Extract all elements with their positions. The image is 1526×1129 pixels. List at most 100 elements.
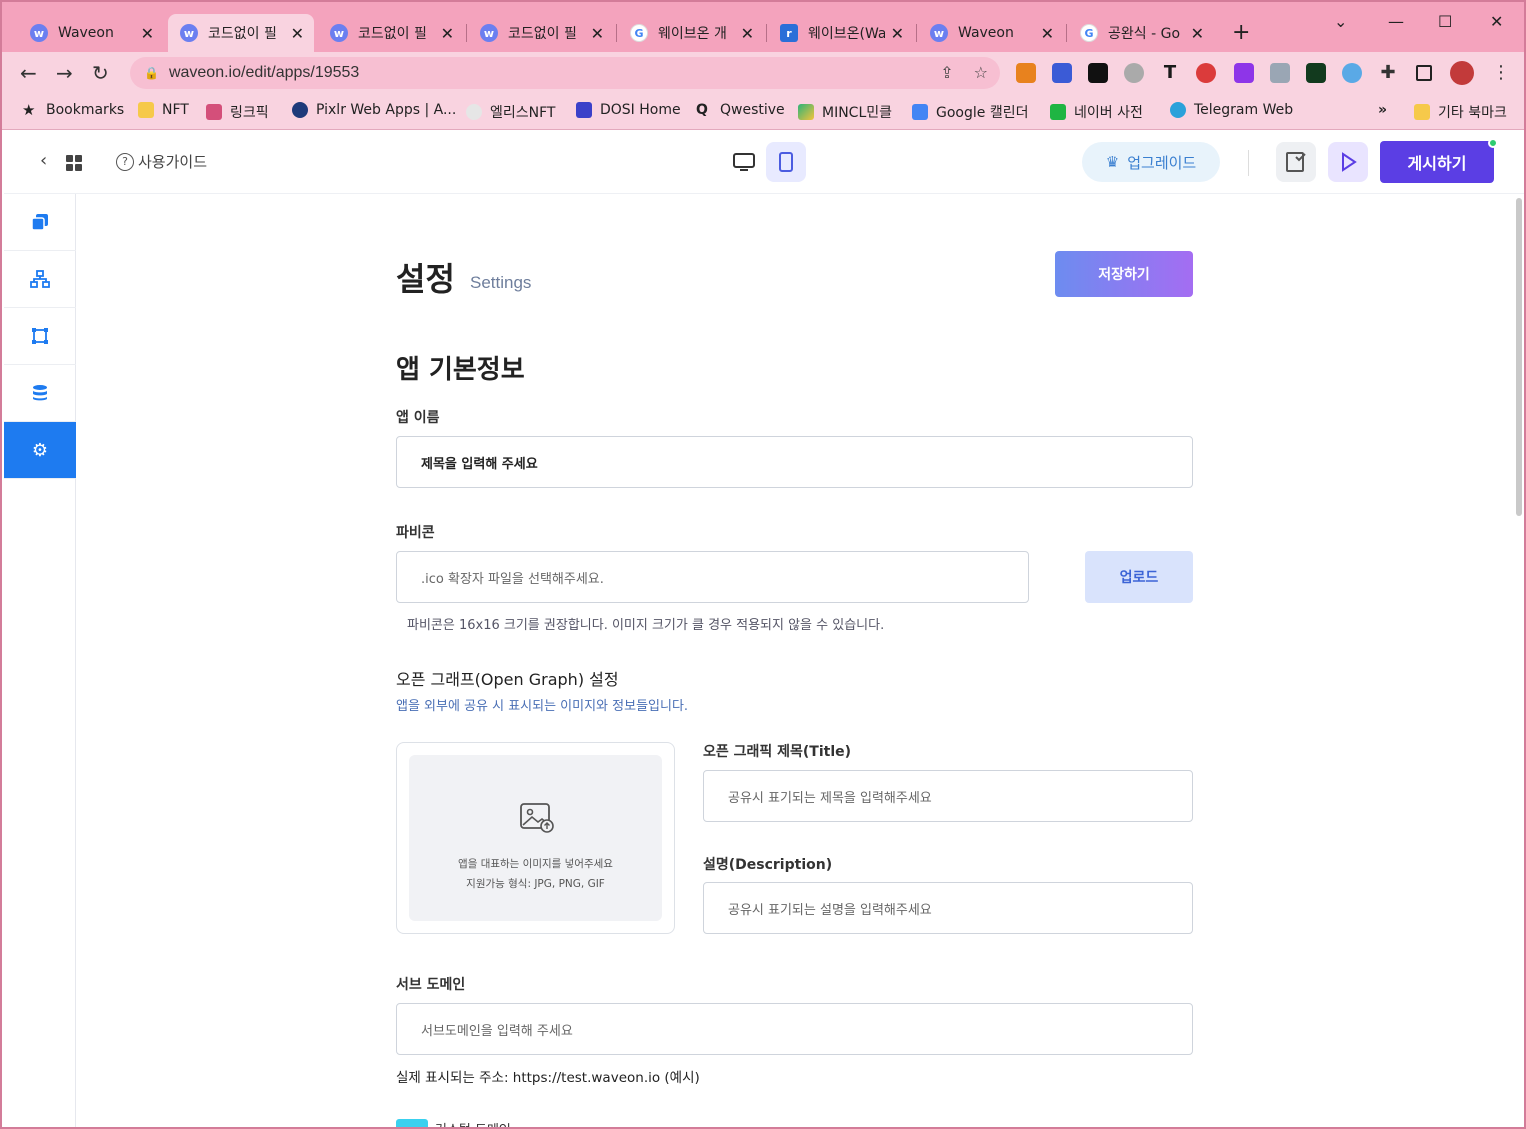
- other-bookmarks[interactable]: 기타 북마크: [1414, 102, 1507, 122]
- back-chevron-icon[interactable]: ‹: [40, 150, 47, 171]
- tab-label: 코드없이 필: [508, 26, 577, 42]
- puzzle-icon[interactable]: ✚: [1378, 63, 1398, 83]
- publish-button[interactable]: 게시하기: [1380, 141, 1494, 183]
- extension-icon[interactable]: [1342, 63, 1362, 83]
- user-guide-link[interactable]: ? 사용가이드: [116, 151, 207, 172]
- desktop-view-icon[interactable]: [732, 150, 756, 174]
- save-status-button[interactable]: [1276, 142, 1316, 182]
- chevron-down-icon[interactable]: ⌄: [1334, 12, 1347, 31]
- extension-icon[interactable]: [1306, 63, 1326, 83]
- subdomain-input[interactable]: 서브도메인을 입력해 주세요: [396, 1003, 1193, 1055]
- app-name-input[interactable]: 제목을 입력해 주세요: [396, 436, 1193, 488]
- browser-tab[interactable]: G 공완식 - Go ✕: [1068, 14, 1214, 52]
- minimize-icon[interactable]: —: [1388, 12, 1404, 31]
- bookmark-label: 엘리스NFT: [490, 105, 556, 121]
- tab-separator: [616, 24, 617, 42]
- close-icon[interactable]: ✕: [741, 24, 754, 43]
- extension-icon[interactable]: [1124, 63, 1144, 83]
- folder-icon: [1414, 104, 1430, 120]
- close-icon[interactable]: ✕: [1191, 24, 1204, 43]
- upgrade-label: 업그레이드: [1127, 153, 1197, 172]
- mobile-view-icon[interactable]: [766, 142, 806, 182]
- bookmark-label: Pixlr Web Apps | A...: [316, 102, 457, 118]
- extension-icon[interactable]: [1196, 63, 1216, 83]
- bookmark-item[interactable]: DOSI Home: [576, 102, 681, 118]
- google-icon: G: [630, 24, 648, 42]
- upgrade-button[interactable]: ♛ 업그레이드: [1082, 142, 1220, 182]
- tab-separator: [766, 24, 767, 42]
- upload-button[interactable]: 업로드: [1085, 551, 1193, 603]
- og-image-dropzone[interactable]: 앱을 대표하는 이미지를 넣어주세요 지원가능 형식: JPG, PNG, GI…: [409, 755, 662, 921]
- tab-label: 웨이브온(Wa: [808, 26, 885, 42]
- scrollbar-thumb[interactable]: [1516, 198, 1522, 516]
- browser-tab[interactable]: w 코드없이 필 ✕: [468, 14, 614, 52]
- forward-arrow-icon[interactable]: →: [56, 61, 73, 85]
- bookmark-item[interactable]: Telegram Web: [1170, 102, 1293, 118]
- bookmark-item[interactable]: 네이버 사전: [1050, 102, 1143, 122]
- naver-dict-icon: [1050, 104, 1066, 120]
- bookmark-item[interactable]: MINCL민클: [798, 102, 892, 122]
- save-button[interactable]: 저장하기: [1055, 251, 1193, 297]
- og-image-formats: 지원가능 형식: JPG, PNG, GIF: [466, 878, 605, 890]
- menu-dots-icon[interactable]: ⋮: [1492, 63, 1512, 83]
- bookmark-item[interactable]: ★ Bookmarks: [22, 102, 124, 118]
- avatar[interactable]: [1450, 61, 1474, 85]
- new-tab-icon[interactable]: +: [1232, 20, 1250, 45]
- sidebar-item-components[interactable]: [4, 308, 76, 365]
- browser-tab[interactable]: w 코드없이 필 ✕: [318, 14, 464, 52]
- bookmark-label: Google 캘린더: [936, 105, 1029, 121]
- bookmark-item[interactable]: 엘리스NFT: [466, 102, 555, 122]
- metamask-icon[interactable]: [1016, 63, 1036, 83]
- browser-tab[interactable]: w Waveon ✕: [18, 14, 164, 52]
- sidebar-item-database[interactable]: [4, 365, 76, 422]
- og-title-input[interactable]: 공유시 표기되는 제목을 입력해주세요: [703, 770, 1193, 822]
- share-icon[interactable]: ⇪: [940, 63, 953, 82]
- maximize-icon[interactable]: ☐: [1438, 12, 1452, 31]
- browser-tab[interactable]: G 웨이브온 개 ✕: [618, 14, 764, 52]
- close-icon[interactable]: ✕: [441, 24, 454, 43]
- window-close-icon[interactable]: ✕: [1490, 12, 1503, 31]
- extension-icon[interactable]: [1234, 63, 1254, 83]
- guide-label: 사용가이드: [138, 153, 208, 171]
- bookmark-item[interactable]: Pixlr Web Apps | A...: [292, 102, 456, 118]
- close-icon[interactable]: ✕: [291, 24, 304, 43]
- extension-icon[interactable]: [1088, 63, 1108, 83]
- browser-tab[interactable]: r 웨이브온(Wa ✕: [768, 14, 914, 52]
- og-section-description: 앱을 외부에 공유 시 표시되는 이미지와 정보들입니다.: [396, 699, 689, 714]
- sidebar-item-structure[interactable]: [4, 251, 76, 308]
- subdomain-hint: 실제 표시되는 주소: https://test.waveon.io (예시): [396, 1070, 700, 1086]
- bookmark-item[interactable]: Q Qwestive: [696, 102, 785, 118]
- extension-icon[interactable]: [1052, 63, 1072, 83]
- extension-icon[interactable]: T: [1160, 63, 1180, 83]
- sidebar-item-settings[interactable]: ⚙: [4, 422, 76, 479]
- favicon-input[interactable]: .ico 확장자 파일을 선택해주세요.: [396, 551, 1029, 603]
- bookmark-label: 네이버 사전: [1074, 105, 1143, 121]
- sidebar-item-pages[interactable]: [4, 194, 76, 251]
- apps-grid-icon[interactable]: [66, 155, 82, 171]
- og-image-upload[interactable]: 앱을 대표하는 이미지를 넣어주세요 지원가능 형식: JPG, PNG, GI…: [396, 742, 675, 934]
- bookmark-item[interactable]: Google 캘린더: [912, 102, 1028, 122]
- close-icon[interactable]: ✕: [141, 24, 154, 43]
- custom-domain-label: 커스텀 도메인: [435, 1119, 511, 1127]
- og-description-input[interactable]: 공유시 표기되는 설명을 입력해주세요: [703, 882, 1193, 934]
- close-icon[interactable]: ✕: [591, 24, 604, 43]
- star-icon[interactable]: ☆: [974, 63, 988, 82]
- sidepanel-icon[interactable]: [1416, 65, 1432, 81]
- back-arrow-icon[interactable]: ←: [20, 61, 37, 85]
- lock-icon: 🔒: [144, 66, 159, 80]
- browser-tab[interactable]: w Waveon ✕: [918, 14, 1064, 52]
- waveon-icon: w: [930, 24, 948, 42]
- preview-play-button[interactable]: [1328, 142, 1368, 182]
- bookmarks-overflow[interactable]: »: [1378, 102, 1387, 118]
- browser-tab-active[interactable]: w 코드없이 필 ✕: [168, 14, 314, 52]
- bookmark-item[interactable]: NFT: [138, 102, 189, 118]
- reload-icon[interactable]: ↻: [92, 61, 109, 85]
- browser-window: w Waveon ✕ w 코드없이 필 ✕ w 코드없이 필 ✕ w 코드없이 …: [0, 0, 1526, 1129]
- extension-icon[interactable]: [1270, 63, 1290, 83]
- bookmark-item[interactable]: 링크픽: [206, 102, 269, 122]
- tab-separator: [466, 24, 467, 42]
- address-bar[interactable]: 🔒 waveon.io/edit/apps/19553 ⇪ ☆: [130, 57, 1000, 89]
- close-icon[interactable]: ✕: [1041, 24, 1054, 43]
- close-icon[interactable]: ✕: [891, 24, 904, 43]
- bookmarks-bar: ★ Bookmarks NFT 링크픽 Pixlr Web Apps | A...…: [2, 94, 1524, 130]
